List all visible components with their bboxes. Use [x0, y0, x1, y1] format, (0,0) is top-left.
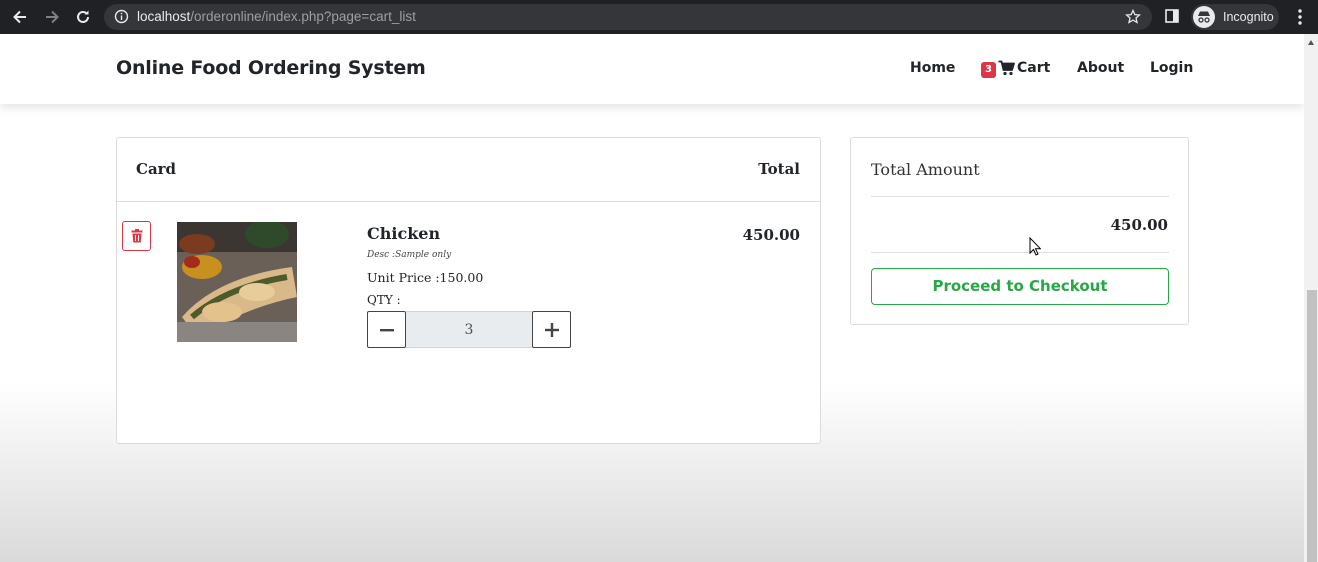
url-text: localhost/orderonline/index.php?page=car…: [137, 9, 416, 24]
cart-count-badge: 3: [981, 62, 996, 78]
cart-list-header: Card Total: [117, 138, 820, 202]
order-summary-card: Total Amount 450.00 Proceed to Checkout: [850, 137, 1189, 325]
header-card-label: Card: [136, 160, 177, 178]
quantity-stepper: 3: [367, 311, 571, 348]
sidebar-icon[interactable]: [1164, 8, 1180, 24]
page-scrollbar[interactable]: [1304, 34, 1318, 562]
menu-dots-icon[interactable]: [1293, 8, 1307, 26]
nav-home-link[interactable]: Home: [910, 60, 955, 76]
header-total-label: Total: [758, 160, 800, 178]
scroll-up-icon[interactable]: [1308, 40, 1314, 45]
delete-item-button[interactable]: [122, 221, 151, 251]
summary-divider: [871, 252, 1169, 253]
trash-icon: [131, 229, 142, 243]
cart-list-card: Card Total Chicken Desc :Sample only Uni…: [116, 137, 821, 444]
proceed-to-checkout-button[interactable]: Proceed to Checkout: [871, 268, 1169, 305]
address-bar[interactable]: localhost/orderonline/index.php?page=car…: [104, 4, 1152, 30]
nav-about-link[interactable]: About: [1077, 60, 1124, 76]
nav-cart-link[interactable]: Cart: [1017, 60, 1050, 76]
qty-decrease-button[interactable]: [367, 311, 406, 348]
plus-icon: [544, 322, 559, 337]
info-icon[interactable]: [114, 9, 129, 24]
item-line-total: 450.00: [742, 226, 800, 244]
summary-divider: [871, 196, 1169, 197]
incognito-profile-button[interactable]: Incognito: [1191, 4, 1279, 30]
qty-label: QTY :: [367, 293, 401, 307]
scrollbar-thumb[interactable]: [1307, 290, 1317, 562]
page-viewport: Online Food Ordering System Home 3 Cart …: [0, 34, 1318, 562]
qty-increase-button[interactable]: [532, 311, 571, 348]
mouse-cursor-icon: [1029, 236, 1042, 260]
star-icon[interactable]: [1125, 9, 1141, 25]
browser-toolbar: localhost/orderonline/index.php?page=car…: [0, 0, 1318, 34]
cart-icon[interactable]: [998, 60, 1015, 80]
incognito-icon: [1193, 6, 1215, 28]
summary-total-amount: 450.00: [1110, 216, 1168, 234]
item-description: Desc :Sample only: [367, 250, 452, 260]
site-brand[interactable]: Online Food Ordering System: [116, 57, 426, 79]
item-name: Chicken: [367, 224, 441, 243]
back-arrow-icon[interactable]: [9, 6, 31, 28]
summary-title: Total Amount: [871, 160, 980, 179]
forward-arrow-icon[interactable]: [41, 6, 63, 28]
site-navbar: Online Food Ordering System Home 3 Cart …: [0, 34, 1304, 104]
item-unit-price: Unit Price :150.00: [367, 270, 484, 285]
nav-login-link[interactable]: Login: [1150, 60, 1193, 76]
reload-icon[interactable]: [72, 6, 94, 28]
food-item-image: [177, 222, 297, 342]
incognito-label: Incognito: [1223, 10, 1274, 24]
minus-icon: [379, 328, 394, 331]
qty-input[interactable]: 3: [406, 311, 532, 348]
